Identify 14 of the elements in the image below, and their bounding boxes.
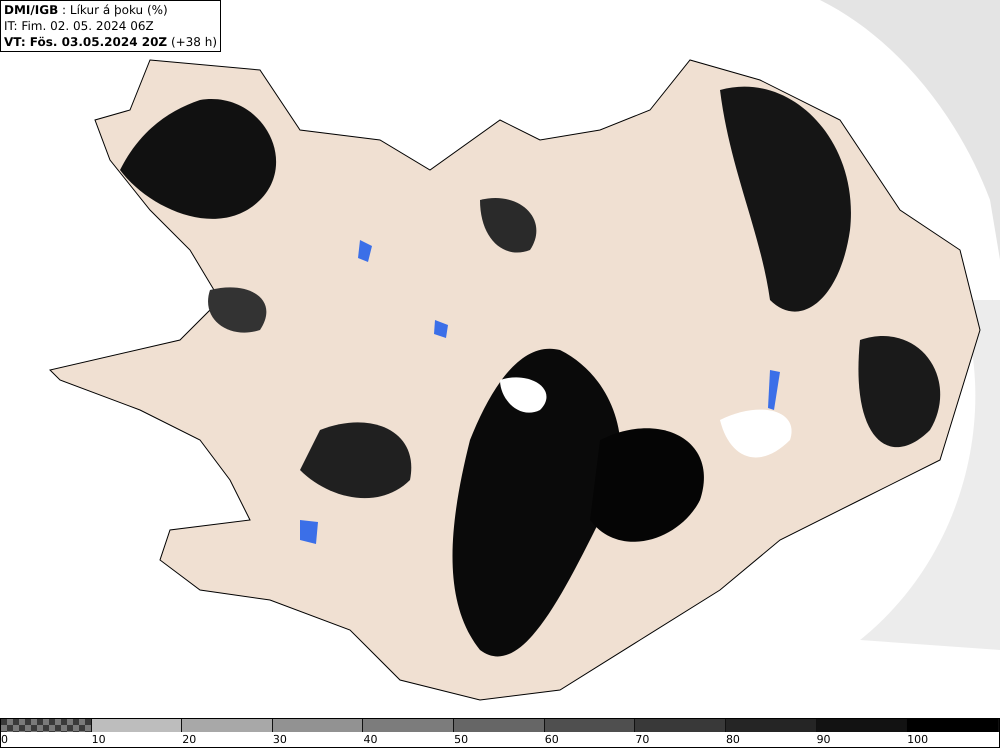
legend-label: 90 <box>816 732 832 747</box>
legend-label: 100 <box>907 732 930 747</box>
legend-label: 0 <box>1 732 9 747</box>
forecast-time-text: VT: Fös. 03.05.2024 20Z (+38 h) <box>4 34 218 50</box>
legend-label: 60 <box>544 732 560 747</box>
legend-label: 70 <box>635 732 650 747</box>
map-title: DMI/IGB : Líkur á þoku (%) <box>4 2 169 18</box>
legend-label: 50 <box>454 732 470 747</box>
legend-label: 10 <box>92 732 107 747</box>
forecast-time-text: IT: Fim. 02. 05. 2024 06Z <box>4 18 155 34</box>
legend-label: 40 <box>363 732 378 747</box>
legend-label: 80 <box>726 732 741 747</box>
legend-label: 30 <box>272 732 288 747</box>
legend-label: 20 <box>182 732 198 747</box>
